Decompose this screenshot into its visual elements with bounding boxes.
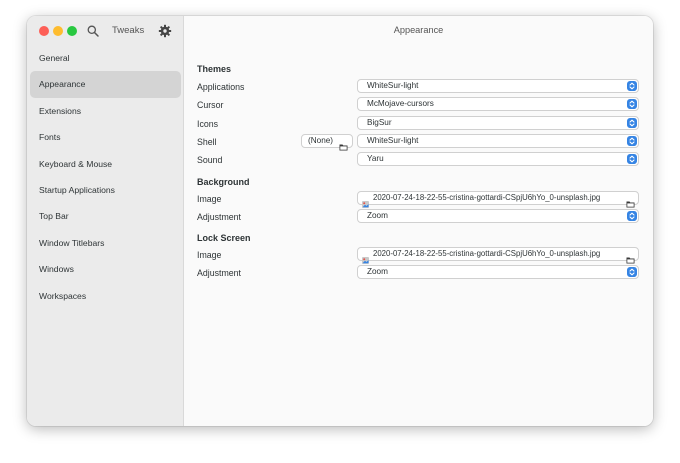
sidebar-item-keyboard-mouse[interactable]: Keyboard & Mouse [30,151,181,177]
sidebar-item-label: Startup Applications [39,184,115,195]
combo-value: Yaru [367,154,384,163]
close-window-button[interactable] [39,26,49,36]
cursor-theme-combo[interactable]: McMojave-cursors [357,97,639,111]
page-title: Appearance [393,25,444,35]
background-image-file-button[interactable]: 2020-07-24-18-22-55-cristina-gottardi-CS… [357,191,639,208]
shell-file-button[interactable]: (None) [301,134,353,151]
lock-screen-image-file-button[interactable]: 2020-07-24-18-22-55-cristina-gottardi-CS… [357,247,639,264]
combo-value: WhiteSur-light [367,136,419,145]
combo-value: Zoom [367,267,388,276]
combo-value: Zoom [367,211,388,220]
sidebar-nav: General Appearance Extensions Fonts Keyb… [27,45,184,309]
background-adjustment-combo[interactable]: Zoom [357,209,639,223]
folder-icon [626,195,635,208]
sidebar-item-window-titlebars[interactable]: Window Titlebars [30,230,181,256]
lock-screen-image-label: Image [197,250,222,260]
sidebar-item-windows[interactable]: Windows [30,256,181,282]
sidebar-item-fonts[interactable]: Fonts [30,124,181,150]
icons-theme-combo[interactable]: BigSur [357,116,639,130]
sidebar-item-label: General [39,53,70,63]
section-title-background: Background [197,177,250,187]
sound-theme-combo[interactable]: Yaru [357,152,639,166]
file-value: 2020-07-24-18-22-55-cristina-gottardi-CS… [373,249,601,258]
sidebar-item-label: Keyboard & Mouse [39,158,113,169]
sidebar-item-workspaces[interactable]: Workspaces [30,283,181,309]
lock-screen-adjustment-combo[interactable]: Zoom [357,265,639,279]
sidebar-item-appearance[interactable]: Appearance [30,71,181,98]
sidebar-item-label: Windows [39,264,74,275]
search-icon[interactable] [86,24,100,38]
image-file-icon [362,251,369,264]
chevron-updown-icon [627,118,637,128]
sidebar-item-label: Fonts [39,132,61,143]
gear-icon[interactable] [158,24,172,38]
chevron-updown-icon [627,267,637,277]
file-value: 2020-07-24-18-22-55-cristina-gottardi-CS… [373,193,601,202]
app-title: Tweaks [112,25,145,36]
combo-value: McMojave-cursors [367,99,434,108]
cursor-label: Cursor [197,100,224,110]
folder-icon [626,251,635,264]
sound-label: Sound [197,155,223,165]
sidebar-item-label: Workspaces [39,290,87,301]
sidebar-item-label: Window Titlebars [39,237,105,248]
shell-file-value: (None) [308,136,334,145]
folder-icon [339,138,348,151]
combo-value: WhiteSur-light [367,81,419,90]
sidebar-item-top-bar[interactable]: Top Bar [30,203,181,229]
chevron-updown-icon [627,154,637,164]
applications-theme-combo[interactable]: WhiteSur-light [357,79,639,93]
image-file-icon [362,195,369,208]
section-title-themes: Themes [197,64,232,74]
background-adjustment-label: Adjustment [197,212,242,222]
minimize-window-button[interactable] [53,26,63,36]
chevron-updown-icon [627,136,637,146]
shell-theme-combo[interactable]: WhiteSur-light [357,134,639,148]
sidebar-item-extensions[interactable]: Extensions [30,98,181,124]
sidebar-item-label: Extensions [39,105,82,116]
sidebar-item-label: Appearance [39,79,86,90]
lock-screen-adjustment-label: Adjustment [197,268,242,278]
chevron-updown-icon [627,211,637,221]
tweaks-window: Tweaks General Appearance Extensions Fon… [27,16,653,426]
sidebar-item-label: Top Bar [39,211,69,222]
sidebar-item-general[interactable]: General [30,45,181,71]
sidebar: Tweaks General Appearance Extensions Fon… [27,16,184,426]
chevron-updown-icon [627,99,637,109]
chevron-updown-icon [627,81,637,91]
background-image-label: Image [197,194,222,204]
main-panel: Appearance Themes Applications WhiteSur-… [184,16,653,426]
maximize-window-button[interactable] [67,26,77,36]
sidebar-item-startup-applications[interactable]: Startup Applications [30,177,181,203]
applications-label: Applications [197,82,245,92]
shell-label: Shell [197,137,217,147]
icons-label: Icons [197,119,219,129]
section-title-lock-screen: Lock Screen [197,233,251,243]
sidebar-header: Tweaks [27,16,184,46]
combo-value: BigSur [367,118,392,127]
